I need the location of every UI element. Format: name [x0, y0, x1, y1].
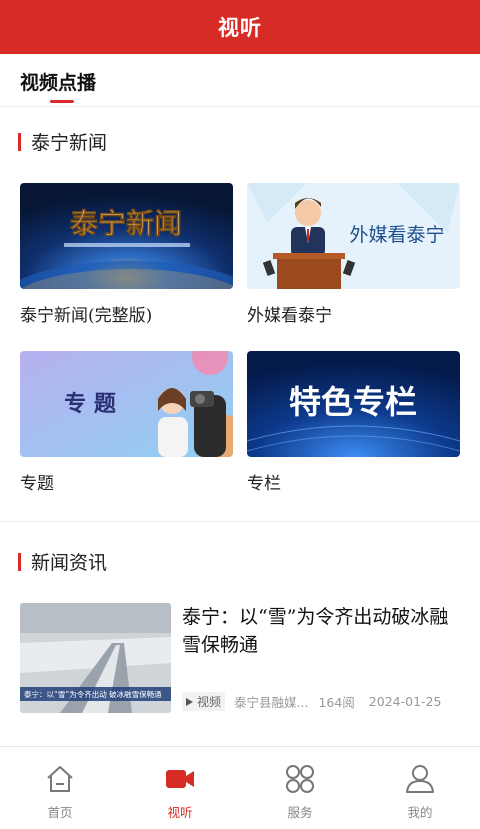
section-header-taining-news: 泰宁新闻: [18, 128, 107, 155]
news-read-count: 164阅: [318, 695, 355, 710]
video-card-caption[interactable]: 专栏: [247, 469, 460, 494]
bottom-tab-bar: 首页 视听 服务 我的: [0, 746, 480, 829]
section-title: 新闻资讯: [31, 552, 108, 574]
video-card-foreign-media[interactable]: 外媒看泰宁 外媒看泰宁: [247, 183, 460, 326]
tab-label: 服务: [287, 805, 313, 820]
video-thumbnail[interactable]: 特色专栏: [247, 351, 460, 457]
video-card-caption[interactable]: 泰宁新闻(完整版): [20, 301, 233, 326]
thumbnail-title-text: 泰宁新闻: [70, 207, 182, 240]
thumbnail-title-text: 特色专栏: [289, 383, 417, 421]
tab-home[interactable]: 首页: [0, 747, 120, 829]
tab-video-on-demand[interactable]: 视频点播: [20, 68, 96, 95]
video-card-column[interactable]: 特色专栏 专栏: [247, 351, 460, 494]
section-accent-bar: [18, 132, 21, 151]
news-source: 泰宁县融媒...: [234, 695, 309, 710]
video-tag-label: 视频: [197, 695, 222, 709]
thumbnail-title-text: 外媒看泰宁: [349, 224, 444, 246]
play-icon: [186, 697, 193, 706]
tab-audio-video[interactable]: 视听: [120, 747, 240, 829]
section-title: 泰宁新闻: [31, 132, 108, 154]
section-accent-bar: [18, 552, 21, 571]
news-date: 2024-01-25: [368, 694, 442, 709]
user-icon: [406, 765, 434, 793]
tab-services[interactable]: 服务: [240, 747, 360, 829]
thumbnail-caption-text: 泰宁：以“雪”为令齐出动 破冰融雪保畅通: [24, 689, 162, 699]
video-camera-icon: [166, 770, 194, 788]
video-card-caption[interactable]: 专题: [20, 469, 233, 494]
tab-label: 视听: [167, 805, 193, 820]
video-thumbnail[interactable]: 泰宁新闻: [20, 183, 233, 289]
home-icon: [47, 766, 73, 792]
tab-label: 首页: [47, 805, 73, 820]
thumbnail-title-text: 专 题: [64, 391, 117, 417]
video-thumbnail[interactable]: 专 题: [20, 351, 233, 457]
video-card-special-topic[interactable]: 专 题 专题: [20, 351, 233, 494]
grid-circles-icon: [286, 765, 314, 793]
news-headline[interactable]: 泰宁：以“雪”为令齐出动破冰融雪保畅通: [182, 603, 460, 659]
tab-mine[interactable]: 我的: [360, 747, 480, 829]
divider: [0, 106, 480, 107]
video-tag: 视频: [182, 692, 226, 711]
news-meta: 视频 泰宁县融媒... 164阅 2024-01-25: [182, 692, 472, 711]
section-header-news-info: 新闻资讯: [18, 548, 107, 575]
news-list-item[interactable]: 泰宁：以“雪”为令齐出动 破冰融雪保畅通 泰宁：以“雪”为令齐出动破冰融雪保畅通…: [20, 603, 460, 713]
video-card-caption[interactable]: 外媒看泰宁: [247, 301, 460, 326]
video-thumbnail[interactable]: 外媒看泰宁: [247, 183, 460, 289]
active-tab-indicator: [50, 100, 74, 103]
page-title: 视听: [218, 15, 262, 40]
news-thumbnail[interactable]: 泰宁：以“雪”为令齐出动 破冰融雪保畅通: [20, 603, 171, 713]
video-card-taining-news-full[interactable]: 泰宁新闻 泰宁新闻(完整版): [20, 183, 233, 326]
app-header: 视听: [0, 0, 480, 54]
section-divider: [0, 521, 480, 522]
tab-label: 我的: [407, 805, 433, 820]
